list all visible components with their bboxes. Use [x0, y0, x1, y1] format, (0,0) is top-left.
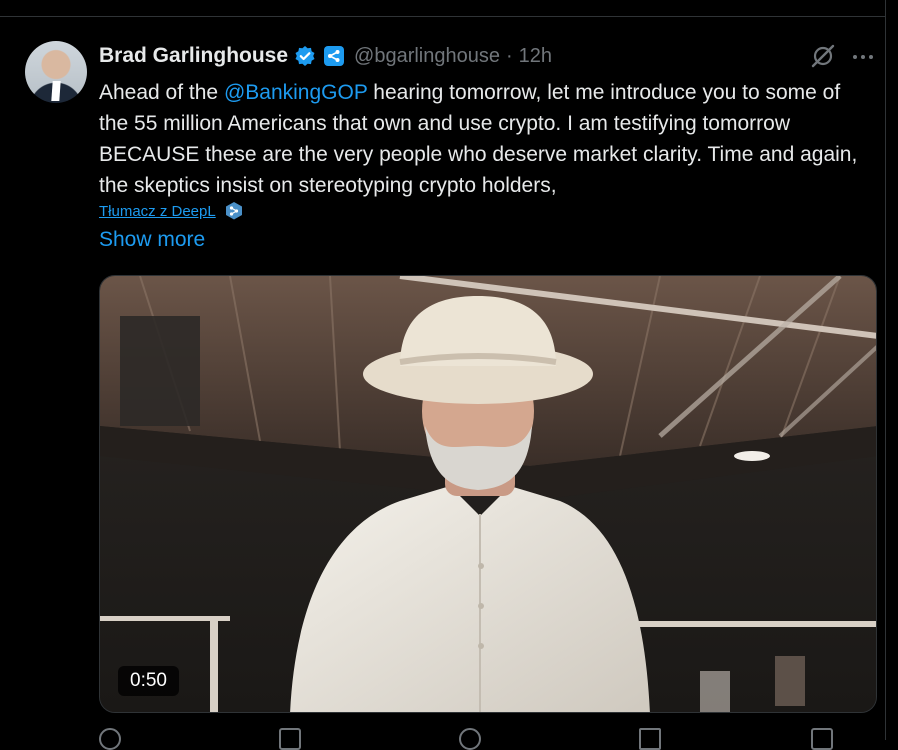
bookmark-icon[interactable]: [811, 728, 833, 750]
tweet[interactable]: Brad Garlinghouse @bgarlinghouse · 12h A…: [0, 17, 885, 750]
tweet-header: Brad Garlinghouse @bgarlinghouse · 12h: [99, 42, 552, 70]
like-icon[interactable]: [459, 728, 481, 750]
tweet-text-start: Ahead of the: [99, 81, 224, 104]
show-more-link[interactable]: Show more: [99, 228, 205, 252]
author-name[interactable]: Brad Garlinghouse: [99, 44, 288, 68]
video-duration: 0:50: [118, 666, 179, 696]
action-bar: [99, 728, 879, 750]
more-icon[interactable]: [851, 47, 875, 67]
timeline-right-border: [885, 0, 886, 740]
verified-badge-icon[interactable]: [294, 45, 316, 67]
repost-icon[interactable]: [279, 728, 301, 750]
avatar[interactable]: [25, 41, 87, 103]
mention-link[interactable]: @BankingGOP: [224, 81, 368, 104]
author-handle[interactable]: @bgarlinghouse: [354, 45, 500, 68]
tweet-timestamp[interactable]: 12h: [519, 45, 552, 68]
video-player[interactable]: 0:50: [99, 275, 877, 713]
reply-icon[interactable]: [99, 728, 121, 750]
timeline-top-border: [0, 0, 885, 17]
views-icon[interactable]: [639, 728, 661, 750]
separator-dot: ·: [506, 44, 513, 67]
translate-row: Tłumacz z DeepL: [99, 201, 244, 221]
deepl-icon: [224, 201, 244, 221]
ripple-logo-icon[interactable]: [324, 46, 345, 66]
video-frame: [100, 276, 876, 712]
grok-icon[interactable]: [810, 43, 836, 69]
tweet-text: Ahead of the @BankingGOP hearing tomorro…: [99, 77, 869, 201]
translate-link[interactable]: Tłumacz z DeepL: [99, 203, 216, 220]
